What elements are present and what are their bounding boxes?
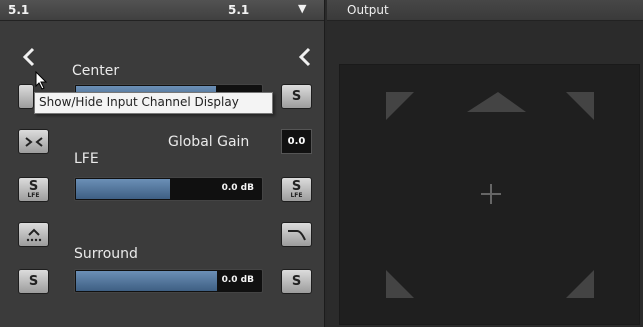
surround-solo-left-label: S (28, 273, 39, 289)
arrow-up-dots-icon[interactable] (18, 222, 49, 247)
tooltip: Show/Hide Input Channel Display (34, 92, 273, 114)
global-gain-label: Global Gain (168, 134, 250, 150)
input-header: 5.1 5.1 ▼ (0, 0, 324, 21)
surround-label: Surround (74, 246, 138, 262)
lfe-value: 0.0 dB (221, 183, 254, 193)
center-left-button[interactable] (18, 84, 34, 109)
output-header: Output (327, 0, 643, 21)
speaker-surround-left-icon[interactable] (386, 270, 414, 298)
triangle-down-icon[interactable]: ▼ (298, 2, 306, 15)
curve-icon[interactable] (281, 222, 312, 247)
s-icon: S (291, 88, 302, 104)
lfe-label: LFE (74, 151, 99, 167)
lfe-solo-right-button[interactable]: S LFE (281, 177, 312, 202)
chevron-left-icon[interactable] (298, 47, 312, 67)
mouse-cursor-icon (35, 71, 48, 90)
lfe-solo-right-sub: LFE (290, 191, 303, 199)
output-title: Output (347, 3, 389, 17)
collapse-arrows-icon[interactable] (18, 129, 49, 154)
surround-slider[interactable]: 0.0 dB (74, 269, 263, 293)
surround-solo-right-label: S (291, 273, 302, 289)
input-format-label: 5.1 (8, 3, 30, 17)
speaker-front-right-icon[interactable] (566, 92, 594, 120)
lfe-slider[interactable]: 0.0 dB (74, 177, 263, 201)
speaker-stage[interactable] (339, 64, 640, 325)
lfe-solo-left-sub: LFE (27, 191, 40, 199)
speaker-center-icon[interactable] (467, 92, 526, 112)
output-format-select[interactable]: 5.1 (228, 3, 249, 17)
center-label: Center (72, 63, 120, 79)
speaker-front-left-icon[interactable] (386, 92, 414, 120)
global-gain-value[interactable]: 0.0 (281, 129, 312, 154)
lfe-slider-fill (76, 179, 170, 199)
center-solo-button[interactable]: S (281, 84, 312, 109)
input-panel: 5.1 5.1 ▼ Center S Show/Hide Input Chann… (0, 0, 325, 327)
lfe-solo-left-button[interactable]: S LFE (18, 177, 49, 202)
surround-slider-fill (76, 271, 217, 291)
surround-value: 0.0 dB (221, 275, 254, 285)
surround-solo-right-button[interactable]: S (281, 269, 312, 294)
surround-solo-left-button[interactable]: S (18, 269, 49, 294)
chevron-left-icon[interactable] (22, 47, 36, 67)
speaker-surround-right-icon[interactable] (566, 270, 594, 298)
